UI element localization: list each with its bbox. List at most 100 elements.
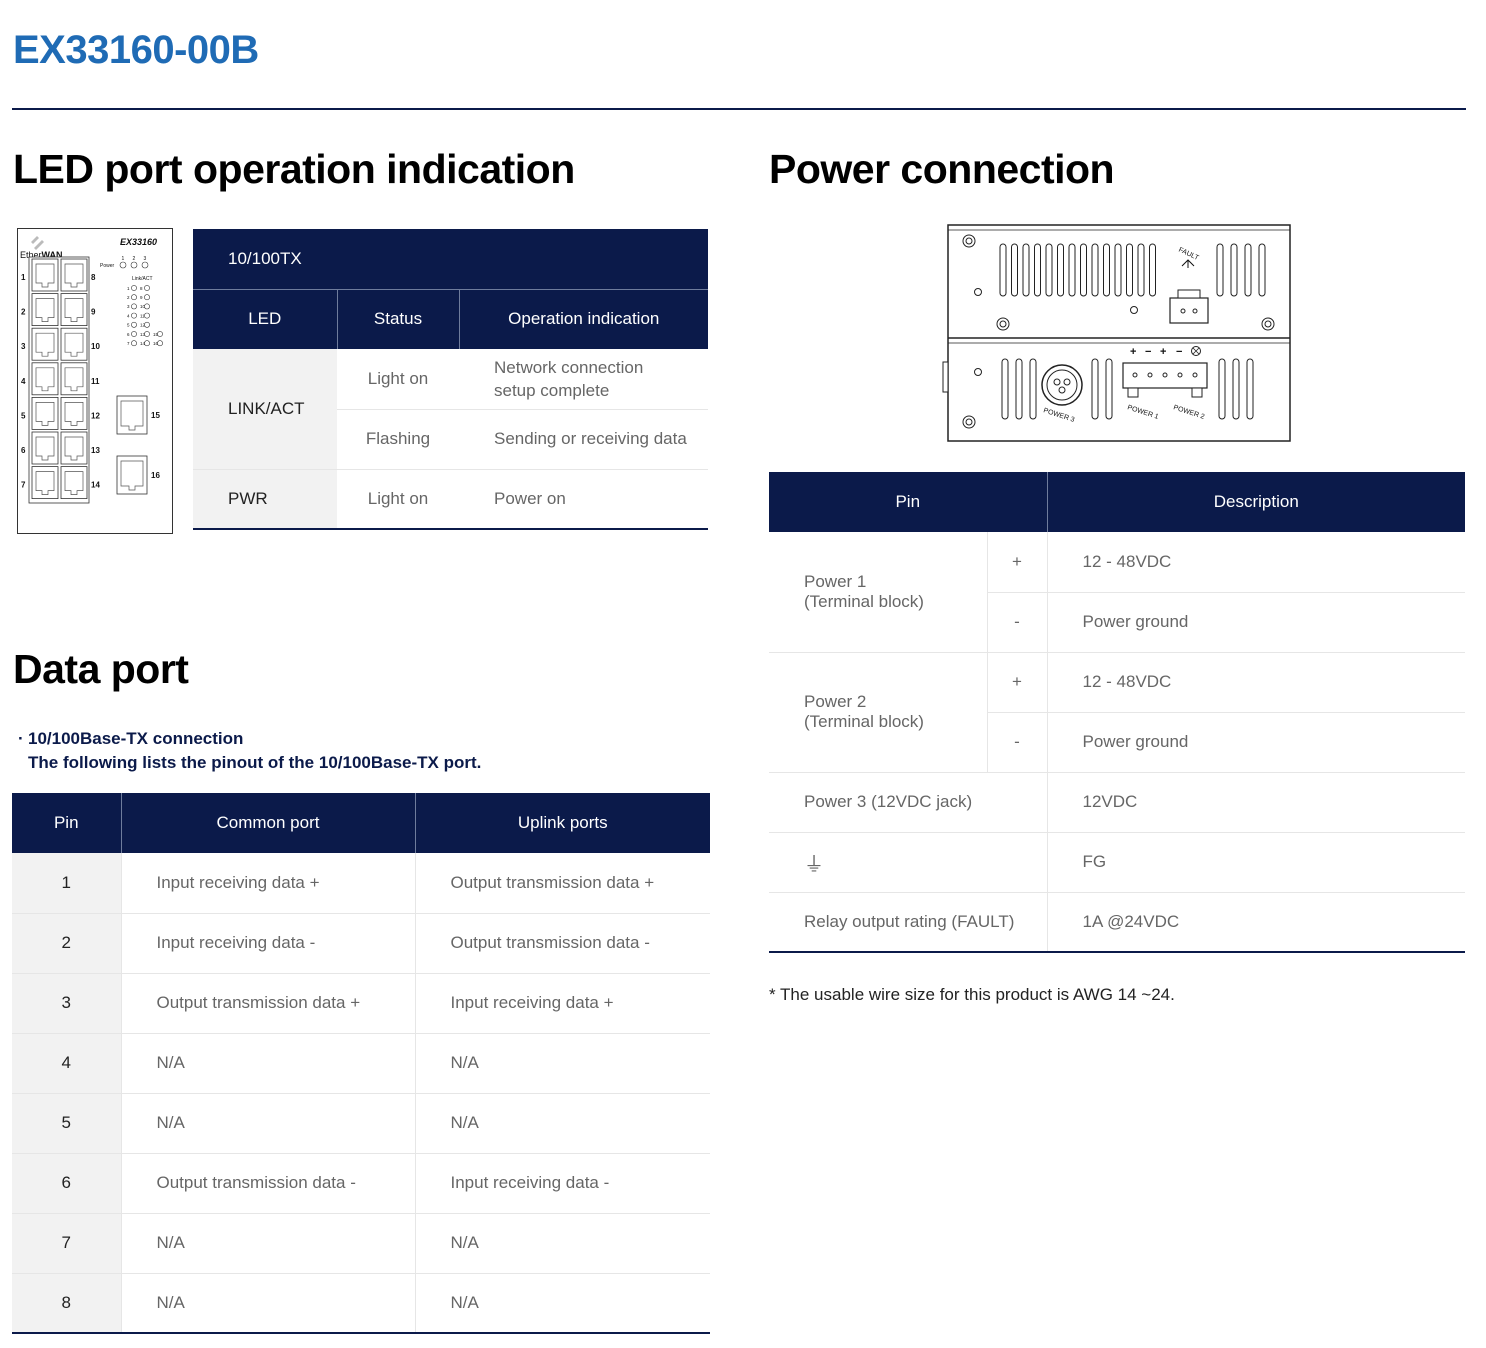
vent-slot: [1103, 243, 1110, 297]
led-indicator: [141, 261, 149, 269]
rj45-port-icon: [116, 455, 148, 495]
led-indicator: [144, 294, 150, 301]
pin-col-header: Pin: [769, 472, 1048, 532]
led-indicator: [131, 285, 137, 291]
description-cell: 12 - 48VDC: [1047, 652, 1466, 713]
port-number-label: 12: [91, 411, 100, 420]
indication-cell: Power on: [459, 469, 709, 530]
led-section-title: LED port operation indication: [13, 146, 575, 192]
port-number-label: 2: [21, 308, 26, 317]
uplink-ports-col-header: Uplink ports: [414, 793, 710, 853]
vent-slot: [1105, 358, 1113, 420]
led-indicator: [131, 294, 137, 301]
port-number-label: 15: [151, 411, 160, 420]
uplink-port-cell: N/A: [415, 1213, 710, 1274]
uplink-port-cell: N/A: [415, 1273, 710, 1334]
description-cell: 12VDC: [1047, 772, 1466, 833]
led-indicator: [131, 340, 137, 347]
power-led-number: 3: [144, 256, 147, 262]
port-number-label: 16: [151, 471, 160, 480]
led-name-linkact: LINK/ACT: [193, 349, 337, 470]
description-cell: FG: [1047, 832, 1466, 893]
indication-cell: Sending or receiving data: [459, 409, 709, 470]
table-row: 4 N/A N/A: [12, 1033, 710, 1094]
vent-slot: [1232, 358, 1240, 420]
model-title: EX33160-00B: [13, 28, 259, 72]
port-number-label: 6: [21, 446, 26, 455]
switch-front-panel-illustration: EtherWAN EX33160 1 82 93 104 115 126 137 141516…: [17, 228, 173, 534]
polarity-minus: -: [986, 592, 1048, 653]
common-port-cell: Input receiving data -: [120, 913, 416, 974]
vent-slot: [1114, 243, 1122, 297]
vent-slot: [1258, 243, 1266, 297]
status-col-header: Status: [336, 289, 459, 349]
power-led-number: 2: [133, 256, 136, 262]
uplink-port-cell: Input receiving data -: [415, 1153, 710, 1214]
description-cell: 1A @24VDC: [1047, 892, 1466, 953]
led-indicator: [131, 312, 137, 319]
vent-slot: [1091, 358, 1099, 420]
vent-slot: [999, 243, 1007, 297]
linkact-led-label: Link/ACT: [132, 276, 153, 282]
power-section-title: Power connection: [769, 146, 1115, 192]
description-cell: Power ground: [1047, 592, 1466, 653]
port-number-label: 1: [21, 273, 26, 282]
common-port-cell: N/A: [120, 1033, 416, 1094]
terminal-sign: −: [1176, 346, 1182, 358]
pin-col-header: Pin: [12, 793, 121, 853]
led-indicator: [144, 340, 150, 347]
pin-number: 6: [12, 1153, 121, 1214]
common-port-cell: N/A: [120, 1213, 416, 1274]
port-number-label: 8: [91, 273, 96, 282]
table-row: 6 Output transmission data - Input receivi…: [12, 1153, 710, 1214]
vent-slot: [1080, 243, 1087, 297]
uplink-port-cell: N/A: [415, 1093, 710, 1154]
pin-number: 7: [12, 1213, 121, 1274]
led-table-caption: 10/100TX: [193, 229, 709, 290]
power1-label-cell: Power 1 (Terminal block): [769, 532, 987, 653]
port-number-label: 3: [21, 342, 26, 351]
common-port-cell: Output transmission data -: [120, 1153, 416, 1214]
common-port-cell: N/A: [120, 1273, 416, 1334]
led-indicator: [144, 321, 150, 328]
vent-slot: [1246, 358, 1254, 420]
vent-slot: [1149, 243, 1156, 297]
port-number-label: 13: [91, 446, 100, 455]
terminal-block: [1122, 362, 1208, 389]
power-led-label: Power: [100, 263, 115, 269]
led-indicator: [131, 331, 137, 337]
led-indicator: [144, 312, 150, 319]
vent-slot: [1034, 243, 1041, 297]
vent-slot: [1068, 243, 1076, 297]
status-cell: Light on: [337, 349, 459, 410]
led-indicator: [131, 303, 137, 310]
table-row: 5 N/A N/A: [12, 1093, 710, 1154]
data-port-intro: · 10/100Base-TX connection The following …: [18, 729, 482, 772]
terminal-sign: +: [1130, 346, 1136, 358]
led-col-header: LED: [193, 289, 337, 349]
vent-slot: [1126, 243, 1133, 297]
pin-number: 4: [12, 1033, 121, 1094]
ground-symbol-icon: ⏚: [769, 832, 1048, 893]
vent-slot: [1045, 243, 1053, 297]
uplink-port-cell: Output transmission data -: [415, 913, 710, 974]
rj45-port-icon: [116, 395, 148, 435]
common-port-cell: Input receiving data +: [120, 853, 416, 914]
common-port-col-header: Common port: [120, 793, 415, 853]
vent-slot: [1015, 358, 1023, 420]
pin-number: 1: [12, 853, 121, 914]
vent-slot: [1022, 243, 1030, 297]
led-indicator: [144, 331, 150, 337]
port-number-label: 14: [91, 481, 100, 490]
common-port-cell: Output transmission data +: [120, 973, 416, 1034]
fault-connector: [1169, 297, 1209, 324]
vent-slot: [1244, 243, 1252, 297]
port-number-label: 9: [91, 308, 96, 317]
power3-label-cell: Power 3 (12VDC jack): [769, 772, 1048, 833]
port-number-label: 5: [21, 411, 26, 420]
port-number-label: 4: [21, 377, 26, 386]
vent-slot: [1230, 243, 1238, 297]
status-cell: Light on: [337, 469, 459, 530]
table-row: 2 Input receiving data - Output transmissi…: [12, 913, 710, 974]
indication-cell: Network connection setup complete: [459, 349, 709, 410]
